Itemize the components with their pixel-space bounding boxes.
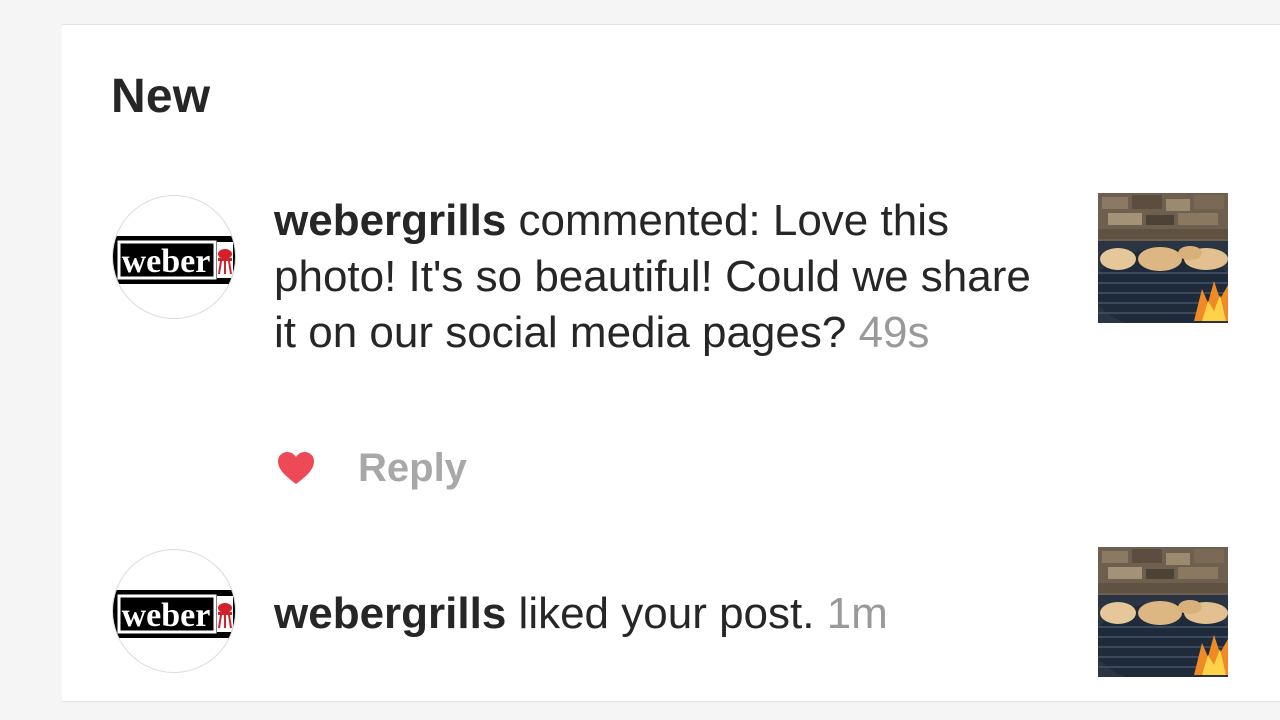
- grill-photo-thumbnail: [1098, 193, 1228, 323]
- username-link[interactable]: webergrills: [274, 589, 506, 638]
- weber-logo-icon: [113, 196, 236, 319]
- post-thumbnail[interactable]: [1098, 193, 1228, 323]
- username-link[interactable]: webergrills: [274, 196, 506, 245]
- notification-message: liked your post.: [506, 589, 827, 638]
- grill-photo-thumbnail: [1098, 547, 1228, 677]
- timestamp: 1m: [826, 589, 888, 638]
- post-thumbnail[interactable]: [1098, 547, 1228, 677]
- notifications-panel: New webergrills commented: Love this pho…: [62, 24, 1280, 702]
- reply-button[interactable]: Reply: [358, 446, 467, 491]
- weber-logo-icon: [113, 550, 236, 673]
- avatar[interactable]: [112, 195, 236, 319]
- avatar[interactable]: [112, 549, 236, 673]
- notification-text: webergrills commented: Love this photo! …: [274, 193, 1034, 361]
- notification-text: webergrills liked your post. 1m: [274, 586, 1034, 642]
- timestamp: 49s: [858, 308, 930, 357]
- comment-actions: Reply: [276, 443, 467, 493]
- section-title: New: [111, 70, 211, 123]
- heart-icon[interactable]: [276, 450, 316, 486]
